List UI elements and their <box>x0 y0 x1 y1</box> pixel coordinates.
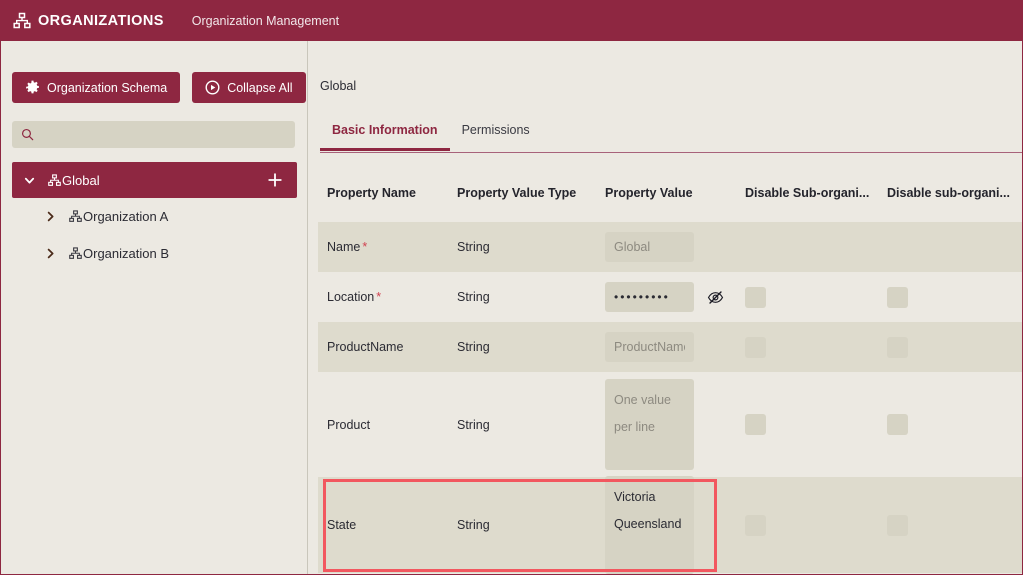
tree-node-label: Organization B <box>83 246 169 261</box>
table-row: ProductName String <box>318 322 1022 372</box>
disable-sub-org-checkbox-2[interactable] <box>887 414 908 435</box>
cell-disable-sub-org-1 <box>745 477 887 573</box>
page-subtitle: Organization Management <box>192 14 339 28</box>
org-chart-icon <box>68 247 82 261</box>
add-organization-button[interactable] <box>266 171 284 189</box>
chevron-down-icon[interactable] <box>21 172 38 189</box>
organization-schema-button-label: Organization Schema <box>47 81 167 95</box>
cell-property-value <box>605 222 745 272</box>
required-asterisk: * <box>376 290 381 304</box>
property-name-label: Location <box>327 290 374 304</box>
property-value-input-productname[interactable] <box>605 332 694 362</box>
cell-disable-sub-org-2 <box>887 372 1017 477</box>
cell-property-name: Name* <box>318 222 457 272</box>
disable-sub-org-checkbox-1[interactable] <box>745 515 766 536</box>
organization-schema-button[interactable]: Organization Schema <box>12 72 180 103</box>
cell-property-value <box>605 322 745 372</box>
tab-basic-information[interactable]: Basic Information <box>320 117 450 151</box>
property-value-textarea-state[interactable] <box>605 476 694 574</box>
tree-node-label: Global <box>62 173 100 188</box>
cell-property-value <box>605 477 745 573</box>
chevron-right-icon[interactable] <box>42 245 59 262</box>
table-row: State String <box>318 477 1022 573</box>
table-header-row: Property Name Property Value Type Proper… <box>318 164 1022 222</box>
disable-sub-org-checkbox-1[interactable] <box>745 337 766 358</box>
cell-property-value-type: String <box>457 322 605 372</box>
org-chart-icon <box>68 210 82 224</box>
content-pane: Global Basic Information Permissions Pro… <box>309 41 1022 574</box>
brand-title: ORGANIZATIONS <box>38 13 164 29</box>
tree-node-label: Organization A <box>83 209 168 224</box>
column-header-disable-sub-org-2: Disable sub-organi... <box>887 186 1017 200</box>
tree-node-organization-a[interactable]: Organization A <box>12 198 297 235</box>
properties-table: Property Name Property Value Type Proper… <box>318 164 1022 573</box>
cell-property-name: ProductName <box>318 322 457 372</box>
disable-sub-org-checkbox-2[interactable] <box>887 337 908 358</box>
cell-disable-sub-org-1 <box>745 272 887 322</box>
chevron-right-icon[interactable] <box>42 208 59 225</box>
search-box[interactable] <box>12 121 295 148</box>
disable-sub-org-checkbox-1[interactable] <box>745 414 766 435</box>
column-header-property-value-type: Property Value Type <box>457 186 605 200</box>
sidebar-button-row: Organization Schema Collapse All <box>12 72 306 103</box>
disable-sub-org-checkbox-2[interactable] <box>887 287 908 308</box>
cell-disable-sub-org-1 <box>745 372 887 477</box>
tree-node-global[interactable]: Global <box>12 162 297 198</box>
breadcrumb: Global <box>320 79 356 93</box>
cell-property-value-type: String <box>457 222 605 272</box>
cell-disable-sub-org-1 <box>745 322 887 372</box>
table-row: Product String <box>318 372 1022 477</box>
table-row: Name* String <box>318 222 1022 272</box>
body-area: Organization Schema Collapse All <box>1 41 1022 574</box>
tab-permissions[interactable]: Permissions <box>450 117 542 148</box>
cell-disable-sub-org-2 <box>887 477 1017 573</box>
disable-sub-org-checkbox-2[interactable] <box>887 515 908 536</box>
required-asterisk: * <box>362 240 367 254</box>
property-value-input-name[interactable] <box>605 232 694 262</box>
cell-property-name: State <box>318 477 457 573</box>
organization-tree: Global <box>12 162 297 272</box>
cell-property-value-type: String <box>457 477 605 573</box>
column-header-property-name: Property Name <box>318 186 457 200</box>
property-name-label: Name <box>327 240 360 254</box>
column-header-property-value: Property Value <box>605 186 745 200</box>
cell-disable-sub-org-2 <box>887 222 1017 272</box>
cell-property-value <box>605 372 745 477</box>
organizations-app: ORGANIZATIONS Organization Management Or… <box>0 0 1023 575</box>
cell-disable-sub-org-1 <box>745 222 887 272</box>
cell-property-value-type: String <box>457 372 605 477</box>
org-chart-icon <box>47 173 61 187</box>
collapse-all-button[interactable]: Collapse All <box>192 72 305 103</box>
search-icon <box>21 128 34 141</box>
column-header-disable-sub-org-1: Disable Sub-organi... <box>745 186 887 200</box>
eye-slash-icon[interactable] <box>707 289 724 306</box>
property-value-input-location[interactable] <box>605 282 694 312</box>
cell-disable-sub-org-2 <box>887 272 1017 322</box>
cell-property-name: Product <box>318 372 457 477</box>
property-value-textarea-product[interactable] <box>605 379 694 470</box>
collapse-all-button-label: Collapse All <box>227 81 292 95</box>
top-bar: ORGANIZATIONS Organization Management <box>1 1 1023 41</box>
table-row: Location* String <box>318 272 1022 322</box>
sidebar: Organization Schema Collapse All <box>1 41 308 574</box>
tree-node-organization-b[interactable]: Organization B <box>12 235 297 272</box>
cell-property-value-type: String <box>457 272 605 322</box>
org-chart-icon <box>13 12 31 30</box>
cell-property-value <box>605 272 745 322</box>
search-input[interactable] <box>41 124 285 146</box>
tab-bar: Basic Information Permissions <box>320 117 1022 153</box>
cell-disable-sub-org-2 <box>887 322 1017 372</box>
disable-sub-org-checkbox-1[interactable] <box>745 287 766 308</box>
play-circle-icon <box>205 80 220 95</box>
gear-icon <box>25 80 40 95</box>
cell-property-name: Location* <box>318 272 457 322</box>
